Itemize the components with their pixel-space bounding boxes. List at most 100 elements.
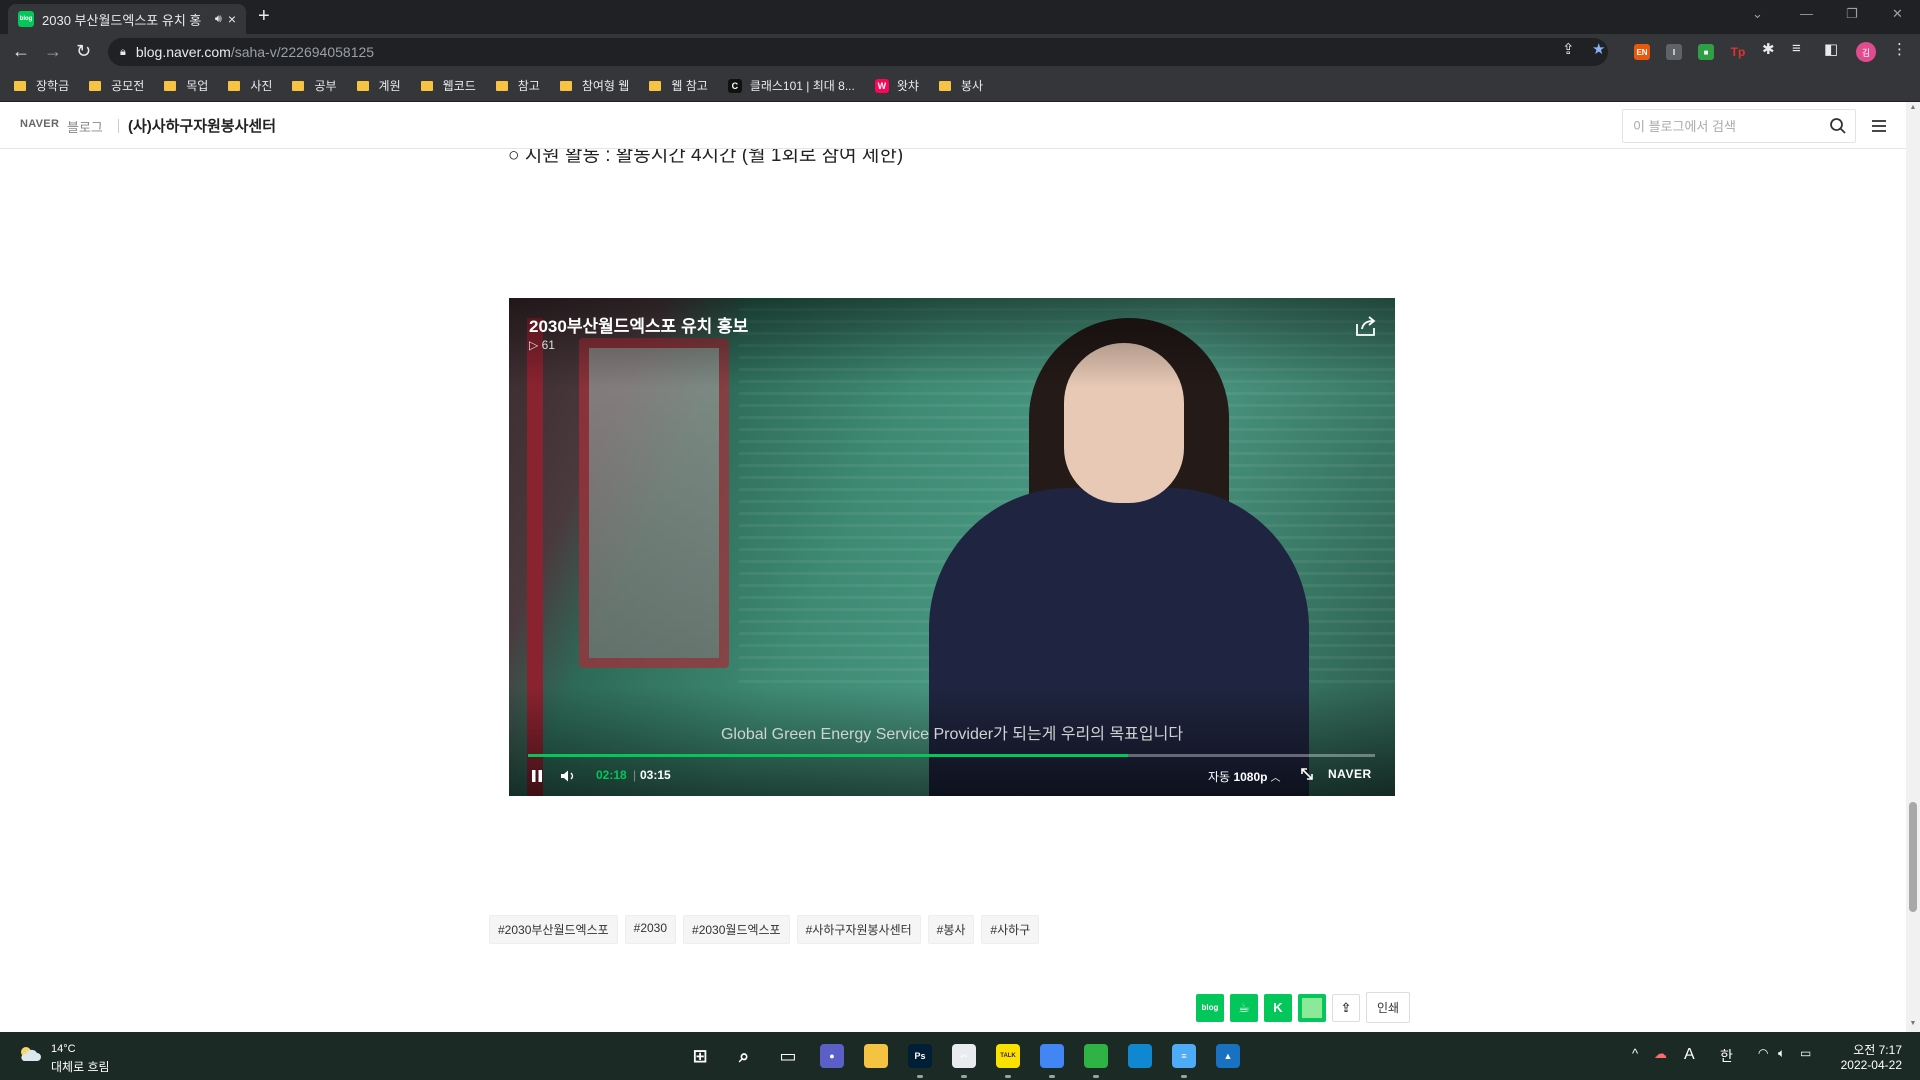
bookmark-star-icon[interactable]: ★ bbox=[1592, 40, 1605, 58]
hashtag-link[interactable]: #사하구자원봉사센터 bbox=[796, 915, 921, 944]
share-memo-button[interactable] bbox=[1298, 993, 1326, 1022]
blog-search-input[interactable] bbox=[1633, 118, 1823, 134]
extensions-puzzle-icon[interactable]: ✱ bbox=[1762, 40, 1775, 58]
naver-tv-logo[interactable]: NAVER bbox=[1328, 767, 1372, 781]
print-button[interactable]: 인쇄 bbox=[1366, 992, 1411, 1023]
edge-icon[interactable] bbox=[1128, 1044, 1152, 1068]
tag-list: #2030부산월드엑스포 #2030 #2030월드엑스포 #사하구자원봉사센터 #봉사… bbox=[489, 915, 1046, 944]
bookmark-item[interactable]: 공모전 bbox=[89, 77, 144, 94]
share-page-icon[interactable]: ⇪ bbox=[1562, 40, 1575, 58]
video-player[interactable]: 2030부산월드엑스포 유치 홍보 ▷ 61 Global Green Ener… bbox=[509, 298, 1395, 796]
scroll-up-arrow-icon[interactable]: ▲ bbox=[1909, 104, 1917, 111]
hashtag-link[interactable]: #2030월드엑스포 bbox=[683, 915, 790, 944]
file-explorer-icon[interactable] bbox=[864, 1044, 888, 1068]
bookmark-item[interactable]: 봉사 bbox=[938, 77, 984, 94]
hamburger-menu-icon[interactable] bbox=[1870, 117, 1888, 135]
bookmark-label: 봉사 bbox=[960, 79, 984, 93]
blog-search-box bbox=[1622, 109, 1856, 143]
bookmark-item[interactable]: 참고 bbox=[495, 77, 540, 94]
tab-close-icon[interactable]: × bbox=[228, 11, 236, 27]
photoshop-icon[interactable]: Ps bbox=[908, 1044, 932, 1068]
hashtag-link[interactable]: #2030 bbox=[624, 915, 677, 944]
profile-avatar[interactable]: 김 bbox=[1856, 42, 1876, 62]
browser-tab-active[interactable]: blog 2030 부산월드엑스포 유치 홍 🔊︎ × bbox=[8, 4, 246, 34]
snipping-tool-icon[interactable]: ✂ bbox=[952, 1044, 976, 1068]
bookmark-item[interactable]: 참여형 웹 bbox=[559, 77, 630, 94]
folder-icon bbox=[228, 80, 241, 91]
new-tab-button[interactable]: + bbox=[258, 6, 270, 26]
back-arrow-icon[interactable]: ← bbox=[12, 41, 30, 61]
ext-orange-icon[interactable]: EN bbox=[1634, 44, 1650, 60]
bookmark-label: 참여형 웹 bbox=[581, 79, 630, 93]
media-control-icon[interactable]: ≡ bbox=[1792, 40, 1801, 57]
share-icon[interactable]: ⇪ bbox=[1332, 993, 1360, 1022]
folder-icon bbox=[649, 80, 662, 91]
kakaotalk-icon[interactable]: TALK bbox=[996, 1044, 1020, 1068]
notepad-icon[interactable]: ≡ bbox=[1172, 1044, 1196, 1068]
restore-button[interactable]: ❐ bbox=[1846, 6, 1858, 22]
bookmark-item[interactable]: 목업 bbox=[164, 77, 208, 94]
clock-date[interactable]: 2022-04-22 bbox=[1830, 1058, 1902, 1072]
search-taskbar-icon[interactable]: ⌕ bbox=[732, 1044, 756, 1068]
volume-icon[interactable] bbox=[560, 769, 578, 783]
address-bar[interactable]: 🔒︎ blog.naver.com/saha-v/222694058125 bbox=[108, 38, 1608, 66]
blog-logo-text[interactable]: 블로그 bbox=[67, 117, 103, 136]
photos-icon[interactable]: ▲ bbox=[1216, 1044, 1240, 1068]
chrome-icon[interactable] bbox=[1040, 1044, 1064, 1068]
task-view-icon[interactable]: ▭ bbox=[776, 1044, 800, 1068]
share-keep-button[interactable]: K bbox=[1264, 993, 1292, 1022]
bookmark-item[interactable]: 공부 bbox=[292, 77, 337, 94]
bookmark-item[interactable]: 웹코드 bbox=[420, 77, 476, 94]
bookmark-item[interactable]: 웹 참고 bbox=[649, 77, 708, 94]
ime-indicator[interactable]: 한 bbox=[1720, 1046, 1733, 1066]
bookmark-item[interactable]: W 왓챠 bbox=[874, 77, 919, 94]
minimize-button[interactable]: — bbox=[1800, 6, 1813, 21]
tray-chevron-icon[interactable]: ^ bbox=[1632, 1046, 1638, 1061]
tab-search-chevron-icon[interactable]: ⌄ bbox=[1752, 6, 1763, 22]
naver-logo[interactable]: NAVER bbox=[20, 118, 59, 130]
hashtag-link[interactable]: #봉사 bbox=[927, 915, 975, 944]
bookmark-item[interactable]: 장학금 bbox=[14, 77, 69, 94]
page-scrollbar[interactable]: ▲ ▼ bbox=[1906, 102, 1920, 1032]
bookmark-label: 클래스101 | 최대 8... bbox=[749, 79, 855, 93]
side-panel-icon[interactable]: ◧ bbox=[1824, 40, 1838, 58]
video-progress-bar[interactable] bbox=[528, 754, 1375, 757]
clock-time[interactable]: 오전 7:17 bbox=[1830, 1041, 1902, 1058]
pause-icon[interactable] bbox=[530, 769, 544, 783]
naver-whale-icon[interactable] bbox=[1084, 1044, 1108, 1068]
video-quality-selector[interactable]: 자동 1080p ︿ bbox=[1208, 768, 1280, 785]
bookmark-label: 공모전 bbox=[111, 79, 145, 93]
hashtag-link[interactable]: #사하구 bbox=[981, 915, 1040, 944]
share-cafe-button[interactable]: ☕ bbox=[1230, 993, 1258, 1022]
naver-blog-favicon-icon: blog bbox=[18, 11, 34, 27]
cloud-weather-icon[interactable] bbox=[18, 1045, 42, 1063]
bookmark-item[interactable]: 사진 bbox=[228, 77, 272, 94]
ext-grey-icon[interactable]: I bbox=[1666, 44, 1682, 60]
teams-chat-icon[interactable]: ● bbox=[820, 1044, 844, 1068]
video-share-icon[interactable] bbox=[1353, 314, 1379, 338]
forward-arrow-icon[interactable]: → bbox=[44, 41, 62, 61]
browser-menu-icon[interactable]: ⋮ bbox=[1892, 40, 1907, 58]
bookmark-item[interactable]: 계원 bbox=[356, 77, 401, 94]
lock-icon[interactable]: 🔒︎ bbox=[120, 46, 126, 59]
input-mode-indicator[interactable]: A bbox=[1684, 1046, 1695, 1064]
share-blog-button[interactable]: blog bbox=[1196, 993, 1224, 1022]
fullscreen-icon[interactable] bbox=[1299, 766, 1315, 782]
search-icon[interactable] bbox=[1829, 117, 1847, 135]
bookmark-item[interactable]: C 클래스101 | 최대 8... bbox=[727, 77, 855, 94]
folder-icon bbox=[420, 80, 433, 91]
volume-icon[interactable]: 🔈︎ bbox=[1778, 1046, 1785, 1061]
scrollbar-thumb[interactable] bbox=[1909, 802, 1917, 912]
start-icon[interactable]: ⊞ bbox=[688, 1044, 712, 1068]
wifi-icon[interactable]: ◠ bbox=[1758, 1046, 1768, 1060]
speaker-icon[interactable]: 🔊︎ bbox=[215, 13, 222, 26]
vpn-warning-icon[interactable]: ☁ bbox=[1654, 1046, 1667, 1062]
ext-tp-icon[interactable]: Tp bbox=[1730, 44, 1746, 60]
scroll-down-arrow-icon[interactable]: ▼ bbox=[1909, 1020, 1917, 1027]
battery-icon[interactable]: ▭ bbox=[1800, 1046, 1811, 1060]
hashtag-link[interactable]: #2030부산월드엑스포 bbox=[489, 915, 618, 944]
close-window-button[interactable]: ✕ bbox=[1892, 6, 1903, 22]
ext-green-icon[interactable]: ■ bbox=[1698, 44, 1714, 60]
reload-icon[interactable]: ↻ bbox=[76, 41, 91, 61]
blog-name[interactable]: (사)사하구자원봉사센터 bbox=[128, 115, 276, 136]
